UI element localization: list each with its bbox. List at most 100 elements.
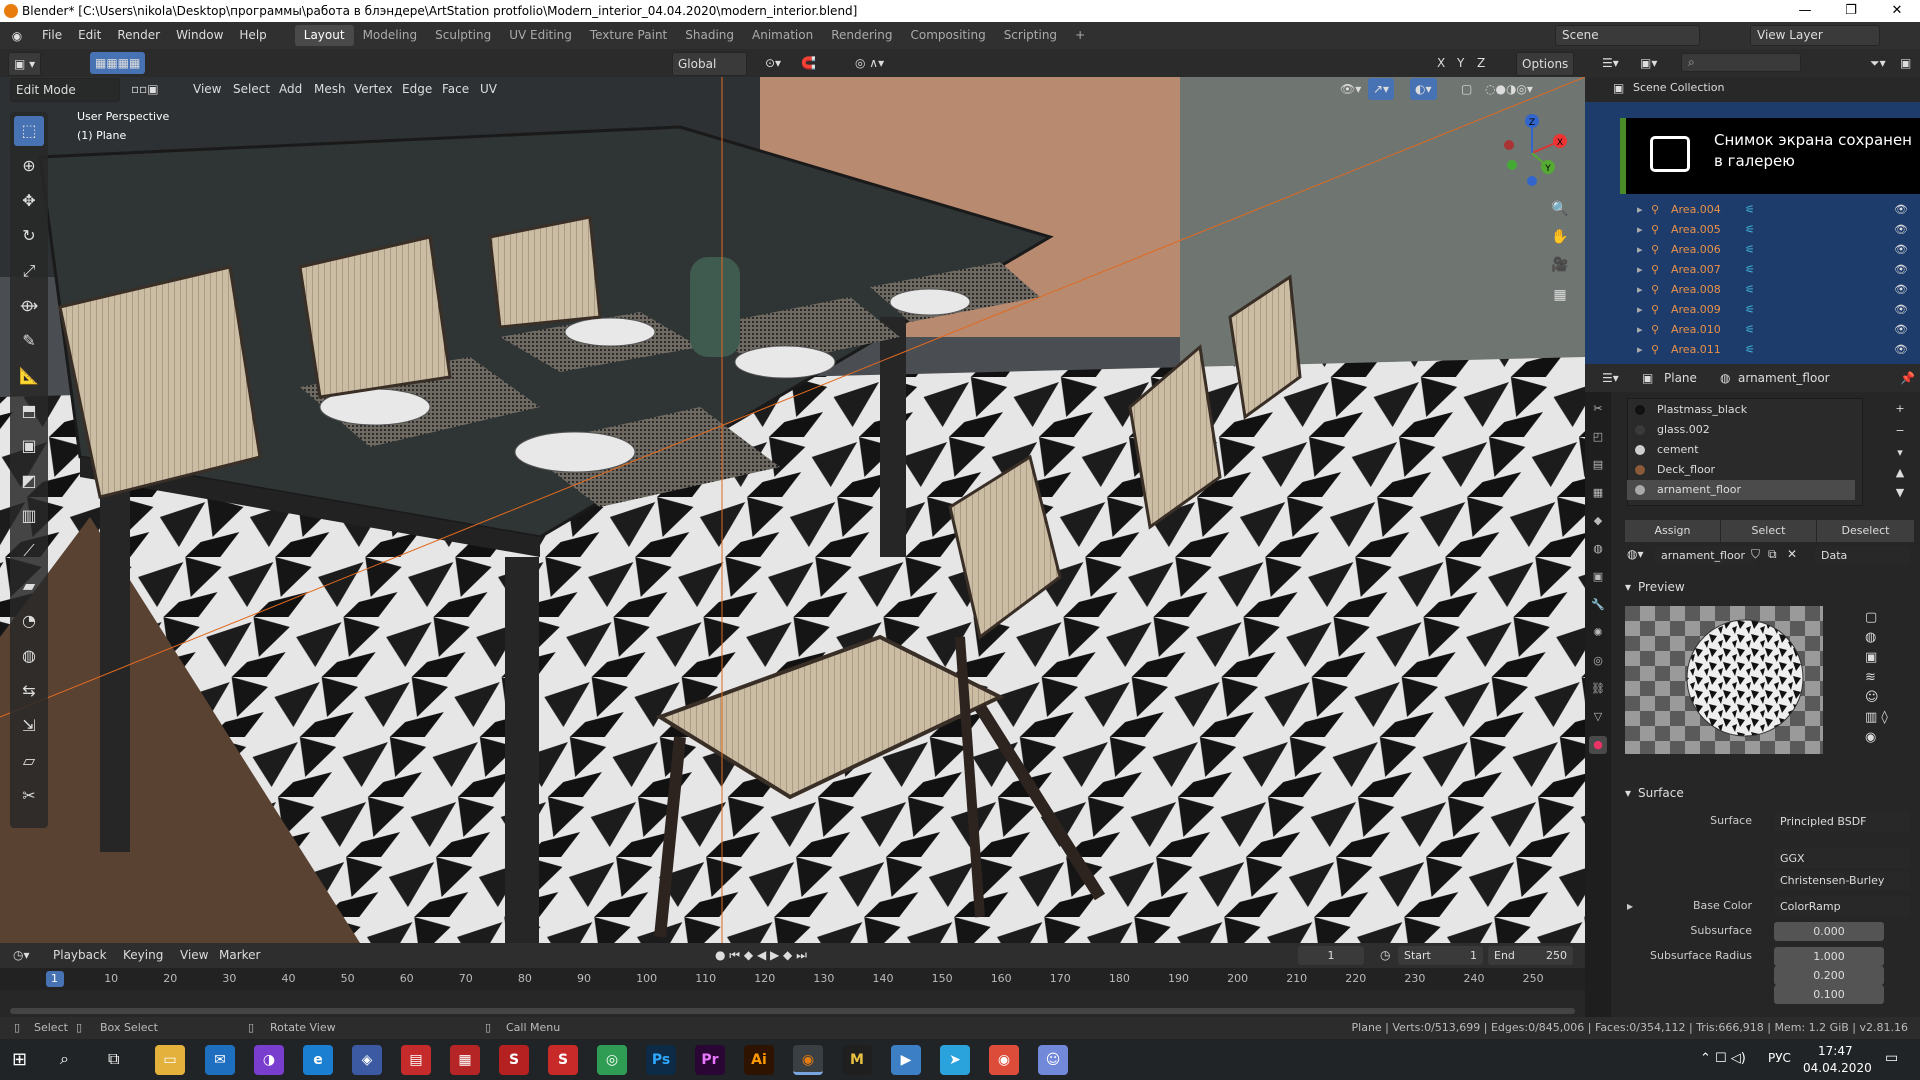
blender-task-icon[interactable]: ◉ [793,1045,823,1075]
properties-tab-scene-icon[interactable]: ◆ [1589,512,1607,530]
tray-icons[interactable]: ⌃ ☐ ◁) [1700,1051,1746,1066]
outliner-row[interactable]: ▸ ⚲ Area.004 ⚟ 👁 [1585,200,1920,220]
language-indicator[interactable]: РУС [1768,1051,1791,1065]
ortho-grid-icon[interactable]: ▦ [1547,282,1573,308]
add-workspace-button[interactable]: + [1066,25,1094,46]
maximize-button[interactable]: ❐ [1828,0,1874,22]
sketchup-icon[interactable]: S [499,1045,529,1075]
tool-measure-icon[interactable]: 📐 [14,361,44,391]
tool-shrink-icon[interactable]: ⇲ [14,711,44,741]
base-color-expand-icon[interactable]: ▸ [1627,899,1633,913]
material-slot[interactable]: Deck_floor [1627,460,1855,480]
distribution-dropdown[interactable]: GGX [1774,849,1910,868]
outliner-row[interactable]: ▸ ⚲ Area.010 ⚟ 👁 [1585,320,1920,340]
add-slot-button[interactable]: + [1890,398,1910,420]
zoom-icon[interactable]: 🔍 [1547,196,1573,222]
close-button[interactable]: ✕ [1874,0,1920,22]
task-view-icon[interactable]: ⧉ [108,1049,119,1069]
subsurface-method-dropdown[interactable]: Christensen-Burley [1774,871,1910,890]
app-icon-purple[interactable]: ◑ [254,1045,284,1075]
new-collection-icon[interactable]: ▣ [1895,52,1916,74]
eye-icon[interactable]: 👁 [1894,240,1908,260]
tab-rendering[interactable]: Rendering [822,25,901,46]
subsurface-radius-z[interactable]: 0.100 [1774,985,1884,1004]
proportional-edit-icon[interactable]: ◎ ∧▾ [850,52,889,74]
app-icon-blue[interactable]: ▶ [891,1045,921,1075]
unlink-material-icon[interactable]: ✕ [1787,547,1797,561]
surface-section-toggle[interactable]: ▾ [1625,786,1631,800]
mail-icon[interactable]: ✉ [205,1045,235,1075]
deselect-button[interactable]: Deselect [1817,520,1914,542]
menu-vertex[interactable]: Vertex [349,78,398,100]
pivot-icon[interactable]: ⊙▾ [760,52,786,74]
chrome-icon[interactable]: ◉ [989,1045,1019,1075]
expand-arrow-icon[interactable]: ▸ [1637,260,1643,280]
tab-sculpting[interactable]: Sculpting [426,25,500,46]
outliner-editor-type[interactable]: ☰▾ [1597,52,1624,74]
tab-uv-editing[interactable]: UV Editing [500,25,581,46]
tool-scale-icon[interactable]: ⤢ [14,256,44,286]
file-explorer-icon[interactable]: ▭ [155,1045,185,1075]
scene-selector[interactable]: Scene [1555,25,1700,46]
discord-icon[interactable]: ☺ [1038,1045,1068,1075]
eye-icon[interactable]: 👁 [1894,260,1908,280]
tab-modeling[interactable]: Modeling [354,25,427,46]
outliner-row[interactable]: ▸ ⚲ Area.005 ⚟ 👁 [1585,220,1920,240]
subsurface-field[interactable]: 0.000 [1774,922,1884,941]
base-color-field[interactable]: ColorRamp [1774,897,1910,916]
timeline-editor-type[interactable]: ◷▾ [8,944,35,966]
tool-transform-icon[interactable]: ⟴ [14,291,44,321]
snap-icon[interactable]: 🧲 [796,52,821,74]
properties-tab-constraints-icon[interactable]: ⛓ [1589,680,1607,698]
properties-tab-view-layer-icon[interactable]: ▦ [1589,484,1607,502]
app-icon-red-2[interactable]: ▦ [450,1045,480,1075]
tab-layout[interactable]: Layout [294,25,354,46]
subsurface-radius-y[interactable]: 0.200 [1774,966,1884,985]
properties-tab-render-icon[interactable]: ◰ [1589,428,1607,446]
surface-shader-field[interactable]: Principled BSDF [1774,812,1910,831]
move-slot-down-button[interactable]: ▼ [1890,482,1910,504]
expand-arrow-icon[interactable]: ▸ [1637,300,1643,320]
expand-arrow-icon[interactable]: ▸ [1637,280,1643,300]
menu-edge[interactable]: Edge [397,78,437,100]
gizmo-toggle-icon[interactable]: ↗▾ [1368,78,1395,100]
material-slot[interactable]: glass.002 [1627,420,1855,440]
xray-toggle-icon[interactable]: ▢ [1456,78,1477,100]
timeline-menu-playback[interactable]: Playback [48,944,112,966]
menu-add[interactable]: Add [274,78,307,100]
menu-mesh[interactable]: Mesh [309,78,351,100]
pin-icon[interactable]: 📌 [1895,367,1920,389]
preview-section-toggle[interactable]: ▾ [1625,580,1631,594]
breadcrumb-object[interactable]: Plane [1659,367,1702,389]
eye-icon[interactable]: 👁 [1894,320,1908,340]
axis-y-toggle[interactable]: Y [1452,52,1469,74]
scene-collection-label[interactable]: Scene Collection [1633,81,1724,94]
menu-view[interactable]: View [188,78,226,100]
eye-icon[interactable]: 👁 [1894,200,1908,220]
tool-shear-icon[interactable]: ▱ [14,746,44,776]
timeline-menu-marker[interactable]: Marker [214,944,265,966]
tool-cursor-icon[interactable]: ⊕ [14,151,44,181]
tool-spin-icon[interactable]: ◔ [14,606,44,636]
tool-poly-build-icon[interactable]: ▰ [14,571,44,601]
properties-tab-physics-icon[interactable]: ◎ [1589,652,1607,670]
search-icon[interactable]: ⌕ [60,1049,69,1069]
properties-tab-world-icon[interactable]: ◍ [1589,540,1607,558]
axis-z-toggle[interactable]: Z [1472,52,1490,74]
expand-arrow-icon[interactable]: ▸ [1637,320,1643,340]
select-mode-buttons[interactable]: ▫▫▣ [126,78,164,100]
tab-shading[interactable]: Shading [676,25,743,46]
photoshop-icon[interactable]: Ps [646,1045,676,1075]
app-icon-green[interactable]: ◎ [597,1045,627,1075]
blender-menu-icon[interactable]: ◉ [0,29,34,43]
pan-hand-icon[interactable]: ✋ [1547,224,1573,250]
tool-inset-icon[interactable]: ▣ [14,431,44,461]
tool-rip-icon[interactable]: ✂ [14,781,44,811]
tool-rotate-icon[interactable]: ↻ [14,221,44,251]
notifications-icon[interactable]: ▭ [1885,1050,1898,1066]
expand-arrow-icon[interactable]: ▸ [1637,340,1643,360]
outliner-row[interactable]: ▸ ⚲ Area.007 ⚟ 👁 [1585,260,1920,280]
menu-render[interactable]: Render [109,22,168,49]
tool-extrude-icon[interactable]: ⬒ [14,396,44,426]
tab-scripting[interactable]: Scripting [995,25,1066,46]
